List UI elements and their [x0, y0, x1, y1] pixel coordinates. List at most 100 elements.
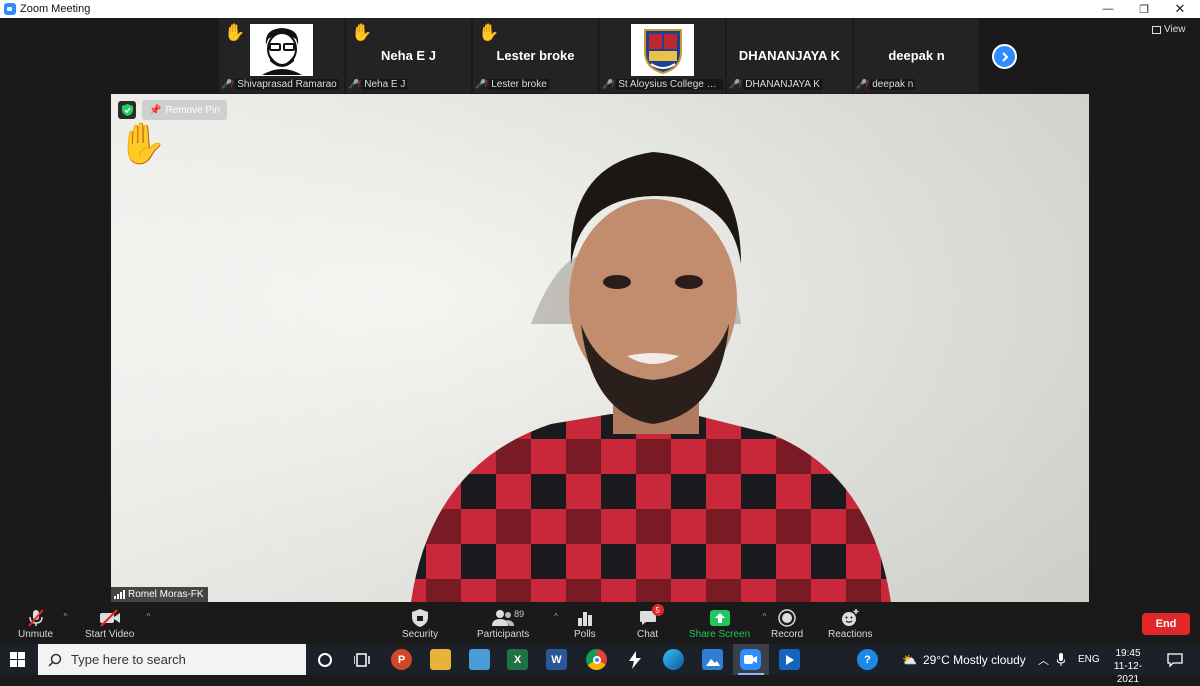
meeting-area: ✋ 🎤̸ Shivaprasad Ramarao ✋ Neha E J 🎤̸ N…: [0, 18, 1200, 604]
view-button[interactable]: View: [1152, 24, 1186, 35]
close-button[interactable]: ✕: [1162, 0, 1198, 18]
weather-widget[interactable]: ⛅ 29°C Mostly cloudy: [902, 644, 1026, 675]
record-icon: [778, 609, 796, 627]
unmute-button[interactable]: ^ Unmute: [18, 607, 67, 640]
polls-button[interactable]: Polls: [574, 607, 596, 640]
share-screen-button[interactable]: ^ Share Screen: [689, 607, 766, 640]
pin-icon: 📌: [149, 104, 162, 116]
share-options-caret[interactable]: ^: [763, 612, 767, 621]
participant-label: Shivaprasad Ramarao: [235, 78, 339, 90]
zoom-app-icon: [4, 3, 16, 15]
avatar: [250, 24, 313, 76]
shield-icon: [412, 609, 429, 627]
muted-mic-icon: 🎤̸: [221, 78, 233, 89]
audio-options-caret[interactable]: ^: [64, 612, 68, 621]
bolt-app-icon[interactable]: [624, 649, 645, 670]
chrome-icon[interactable]: [586, 649, 607, 670]
muted-mic-icon: 🎤̸: [602, 78, 614, 89]
clock-date: 11-12-2021: [1113, 661, 1143, 685]
show-hidden-icons-button[interactable]: ︿: [1038, 644, 1049, 675]
chat-button[interactable]: 5 Chat: [637, 604, 664, 640]
participants-options-caret[interactable]: ^: [554, 612, 558, 621]
college-crest-image: [631, 24, 694, 76]
grid-view-icon: [1152, 25, 1161, 34]
share-screen-icon: [709, 610, 730, 626]
window-titlebar: Zoom Meeting — ❐ ✕: [0, 0, 1200, 18]
help-icon[interactable]: ?: [857, 649, 878, 670]
participant-label: Neha E J: [362, 78, 408, 90]
search-icon: [48, 653, 62, 667]
notifications-icon[interactable]: [1167, 644, 1183, 675]
participant-tile[interactable]: 🎤̸ St Aloysius College Ma...: [600, 18, 725, 93]
participant-tile[interactable]: DHANANJAYA K 🎤̸ DHANANJAYA K: [727, 18, 852, 93]
participant-strip: ✋ 🎤̸ Shivaprasad Ramarao ✋ Neha E J 🎤̸ N…: [219, 18, 979, 93]
raised-hand-icon: ✋: [478, 23, 500, 42]
participant-tile[interactable]: ✋ Neha E J 🎤̸ Neha E J: [346, 18, 471, 93]
next-page-button[interactable]: [992, 44, 1017, 69]
edge-icon[interactable]: [663, 649, 684, 670]
powerpoint-icon[interactable]: P: [391, 649, 412, 670]
video-off-icon: [99, 609, 120, 627]
participant-label: DHANANJAYA K: [743, 78, 822, 90]
windows-taskbar: Type here to search P X W ? ⛅ 29°C Mostl…: [0, 644, 1200, 685]
photos-icon[interactable]: [702, 649, 723, 670]
microphone-tray-icon[interactable]: [1057, 644, 1065, 675]
chevron-right-icon: [1001, 51, 1008, 62]
participants-count: 89: [514, 609, 525, 619]
participant-name: DHANANJAYA K: [738, 48, 841, 63]
restore-button[interactable]: ❐: [1126, 0, 1162, 18]
signal-strength-icon: [114, 590, 125, 599]
task-view-icon[interactable]: [351, 649, 372, 670]
participant-name: Lester broke: [496, 48, 575, 63]
participant-name: deepak n: [888, 48, 945, 63]
speaker-name-tag: Romel Moras-FK: [111, 587, 208, 602]
participants-button[interactable]: 89 ^ Participants: [477, 607, 558, 640]
muted-microphone-icon: [27, 609, 44, 627]
cortana-icon[interactable]: [314, 649, 335, 670]
record-button[interactable]: Record: [771, 607, 803, 640]
zoom-taskbar-icon[interactable]: [740, 649, 761, 670]
speaker-video-image: [411, 152, 891, 602]
participant-tile[interactable]: ✋ 🎤̸ Shivaprasad Ramarao: [219, 18, 344, 93]
view-label: View: [1164, 24, 1186, 35]
participant-tile[interactable]: deepak n 🎤̸ deepak n: [854, 18, 979, 93]
active-speaker-video: 📌 Remove Pin ✋ Romel Moras-FK: [111, 94, 1089, 602]
word-icon[interactable]: W: [546, 649, 567, 670]
media-player-icon[interactable]: [779, 649, 800, 670]
participants-icon: [492, 610, 515, 626]
weather-text: 29°C Mostly cloudy: [922, 652, 1026, 667]
participant-label: Lester broke: [489, 78, 549, 90]
raised-hand-icon: ✋: [351, 23, 373, 42]
search-placeholder: Type here to search: [71, 652, 186, 667]
participant-label: deepak n: [870, 78, 916, 90]
taskbar-clock[interactable]: 19:45 11-12-2021: [1104, 647, 1152, 686]
chat-unread-badge: 5: [651, 604, 664, 616]
excel-icon[interactable]: X: [507, 649, 528, 670]
raised-hand-icon: ✋: [117, 122, 167, 166]
taskbar-search-box[interactable]: Type here to search: [38, 644, 306, 675]
muted-mic-icon: 🎤̸: [475, 78, 487, 89]
security-button[interactable]: Security: [402, 607, 438, 640]
file-explorer-icon[interactable]: [430, 649, 451, 670]
remove-pin-button[interactable]: 📌 Remove Pin: [142, 100, 227, 120]
muted-mic-icon: 🎤̸: [729, 78, 741, 89]
minimize-button[interactable]: —: [1090, 0, 1126, 18]
end-meeting-button[interactable]: End: [1142, 613, 1190, 635]
window-title: Zoom Meeting: [20, 3, 91, 15]
encryption-shield-icon[interactable]: [118, 101, 136, 119]
control-panel-icon[interactable]: [469, 649, 490, 670]
participant-tile[interactable]: ✋ Lester broke 🎤̸ Lester broke: [473, 18, 598, 93]
language-indicator[interactable]: ENG: [1078, 644, 1100, 675]
windows-start-button[interactable]: [10, 652, 25, 667]
smiley-plus-icon: [842, 609, 859, 626]
reactions-button[interactable]: Reactions: [828, 607, 872, 640]
muted-mic-icon: 🎤̸: [856, 78, 868, 89]
meeting-controls: ^ Unmute ^ Start Video Security 89 ^ Par…: [0, 604, 1200, 644]
partly-cloudy-icon: ⛅: [902, 652, 917, 667]
raised-hand-icon: ✋: [224, 23, 246, 42]
start-video-button[interactable]: ^ Start Video: [85, 607, 150, 640]
participant-name: Neha E J: [381, 48, 436, 63]
clock-time: 19:45: [1115, 648, 1141, 659]
speaker-name: Romel Moras-FK: [128, 589, 204, 600]
video-options-caret[interactable]: ^: [147, 612, 151, 621]
